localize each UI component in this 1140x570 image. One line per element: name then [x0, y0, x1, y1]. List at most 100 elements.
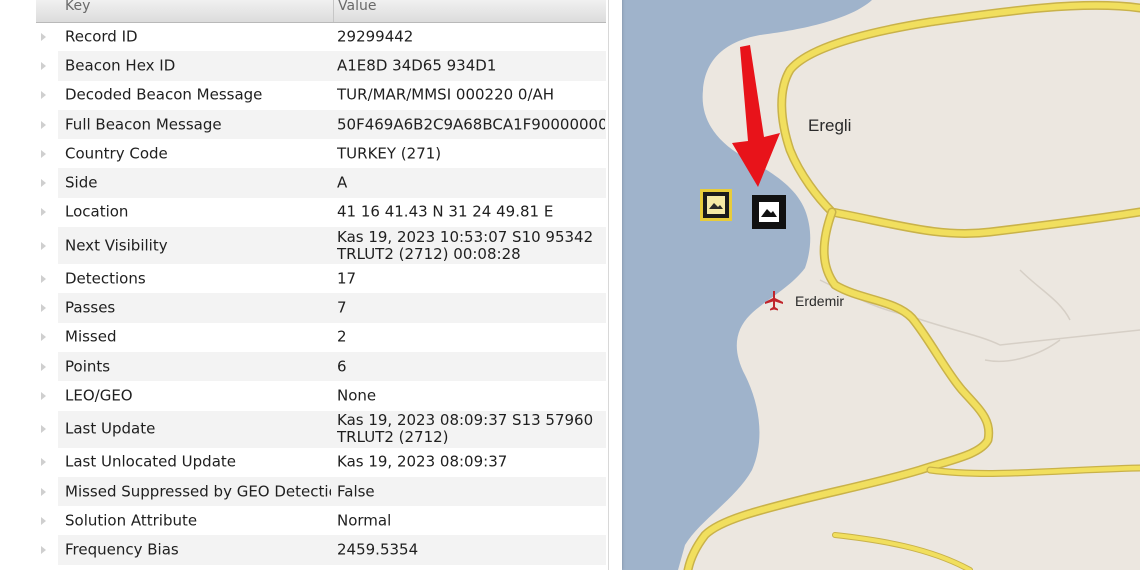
- pointer-arrow-icon: [732, 45, 780, 187]
- property-value: TURKEY (271): [337, 145, 605, 162]
- expand-arrow-icon[interactable]: [41, 91, 46, 100]
- property-value-line: 2: [337, 328, 347, 346]
- expand-arrow-icon[interactable]: [41, 274, 46, 283]
- property-value-line: TURKEY (271): [337, 145, 442, 163]
- properties-table-body: Record ID 29299442 Beacon Hex ID A1E8D 34D6…: [0, 22, 606, 565]
- beacon-symbol-icon: [761, 209, 777, 217]
- expand-arrow-icon[interactable]: [41, 208, 46, 217]
- property-value-line: Kas 19, 2023 10:53:07 S10 95342: [337, 228, 594, 246]
- property-value: Kas 19, 2023 08:09:37 S13 57960 TRLUT2 (2…: [337, 412, 605, 446]
- property-key: Next Visibility: [65, 237, 168, 255]
- panel-edge: [608, 0, 622, 570]
- property-key: Frequency Bias: [65, 541, 179, 559]
- property-key: Country Code: [65, 145, 168, 163]
- expand-arrow-icon[interactable]: [41, 362, 46, 371]
- property-value-line: 6: [337, 358, 347, 376]
- expand-arrow-icon[interactable]: [41, 149, 46, 158]
- property-key: Detections: [65, 270, 146, 288]
- beacon-marker-icon[interactable]: [700, 189, 732, 221]
- property-value: 17: [337, 270, 605, 287]
- table-row[interactable]: Passes 7: [0, 293, 606, 323]
- town-label-eregli: Eregli: [808, 116, 852, 135]
- expand-arrow-icon[interactable]: [41, 425, 46, 434]
- expand-arrow-icon[interactable]: [41, 61, 46, 70]
- property-key: Beacon Hex ID: [65, 57, 176, 75]
- table-row[interactable]: Missed Suppressed by GEO Detections False: [0, 476, 606, 507]
- property-value-line: Kas 19, 2023 08:09:37: [337, 453, 508, 471]
- property-value: A: [337, 175, 605, 192]
- property-value: Kas 19, 2023 10:53:07 S10 95342 TRLUT2 (2…: [337, 229, 605, 263]
- property-key: Full Beacon Message: [65, 116, 222, 134]
- column-header-key[interactable]: Key: [65, 0, 90, 14]
- table-row[interactable]: Points 6: [0, 351, 606, 382]
- airport-icon: [765, 291, 783, 311]
- property-value: 50F469A6B2C9A68BCA1F9000000000: [337, 116, 605, 133]
- column-header-value[interactable]: Value: [338, 0, 376, 14]
- table-row[interactable]: Solution Attribute Normal: [0, 506, 606, 535]
- property-key: Last Unlocated Update: [65, 453, 237, 471]
- property-value-line: 17: [337, 270, 357, 288]
- property-value-line: 50F469A6B2C9A68BCA1F9000000000: [337, 116, 605, 134]
- expand-arrow-icon[interactable]: [41, 179, 46, 188]
- table-row[interactable]: Record ID 29299442: [0, 22, 606, 51]
- expand-arrow-icon[interactable]: [41, 391, 46, 400]
- expand-arrow-icon[interactable]: [41, 516, 46, 525]
- property-key: Passes: [65, 299, 116, 317]
- property-key: Points: [65, 358, 111, 376]
- property-key: Last Update: [65, 420, 156, 438]
- property-value: None: [337, 387, 605, 404]
- expand-arrow-icon[interactable]: [41, 32, 46, 41]
- property-value-line: 7: [337, 299, 347, 317]
- table-row[interactable]: Side A: [0, 168, 606, 198]
- property-value: 7: [337, 300, 605, 317]
- property-key: Solution Attribute: [65, 512, 198, 530]
- beacon-symbol-icon: [709, 203, 723, 209]
- expand-arrow-icon[interactable]: [41, 304, 46, 313]
- expand-arrow-icon[interactable]: [41, 458, 46, 467]
- expand-arrow-icon[interactable]: [41, 241, 46, 250]
- table-row[interactable]: Frequency Bias 2459.5354: [0, 535, 606, 565]
- property-key: LEO/GEO: [65, 387, 133, 405]
- property-value-line: A1E8D 34D65 934D1: [337, 57, 497, 75]
- table-row[interactable]: Detections 17: [0, 264, 606, 293]
- table-row[interactable]: Location 41 16 41.43 N 31 24 49.81 E: [0, 198, 606, 227]
- column-separator[interactable]: [333, 0, 334, 22]
- property-value: TUR/MAR/MMSI 000220 0/AH: [337, 87, 605, 104]
- town-label-erdemir: Erdemir: [795, 293, 845, 309]
- property-value: A1E8D 34D65 934D1: [337, 57, 605, 74]
- property-value-line: A: [337, 174, 348, 192]
- table-row[interactable]: Beacon Hex ID A1E8D 34D65 934D1: [0, 51, 606, 81]
- table-row[interactable]: Next Visibility Kas 19, 2023 10:53:07 S10…: [0, 227, 606, 265]
- property-value: 41 16 41.43 N 31 24 49.81 E: [337, 204, 605, 221]
- table-row[interactable]: LEO/GEO None: [0, 381, 606, 410]
- property-value-line: TRLUT2 (2712): [337, 428, 449, 447]
- property-value: Kas 19, 2023 08:09:37: [337, 454, 605, 471]
- property-value-line: Kas 19, 2023 08:09:37 S13 57960: [337, 412, 594, 430]
- expand-arrow-icon[interactable]: [41, 487, 46, 496]
- property-value-line: 2459.5354: [337, 541, 419, 559]
- properties-table-header: Key Value: [36, 0, 606, 23]
- property-key: Missed Suppressed by GEO Detections: [65, 483, 331, 500]
- expand-arrow-icon[interactable]: [41, 120, 46, 129]
- property-value-line: 41 16 41.43 N 31 24 49.81 E: [337, 203, 554, 221]
- table-row[interactable]: Missed 2: [0, 323, 606, 352]
- property-value-line: False: [337, 483, 375, 500]
- property-value: False: [337, 483, 605, 500]
- property-value: 2459.5354: [337, 542, 605, 559]
- property-value-line: TRLUT2 (2712) 00:08:28: [337, 244, 521, 263]
- property-value-line: 29299442: [337, 28, 414, 46]
- property-key: Side: [65, 174, 98, 192]
- expand-arrow-icon[interactable]: [41, 333, 46, 342]
- beacon-properties-panel: Key Value Record ID 29299442 Beacon Hex ID…: [0, 0, 622, 570]
- beacon-marker-icon[interactable]: [752, 195, 786, 229]
- property-value: Normal: [337, 512, 605, 529]
- property-value: 29299442: [337, 28, 605, 45]
- table-row[interactable]: Decoded Beacon Message TUR/MAR/MMSI 00022…: [0, 81, 606, 110]
- expand-arrow-icon[interactable]: [41, 546, 46, 555]
- table-row[interactable]: Full Beacon Message 50F469A6B2C9A68BCA1F9…: [0, 109, 606, 140]
- table-row[interactable]: Last Update Kas 19, 2023 08:09:37 S13 579…: [0, 410, 606, 448]
- table-row[interactable]: Last Unlocated Update Kas 19, 2023 08:09:…: [0, 448, 606, 477]
- property-key: Decoded Beacon Message: [65, 86, 263, 104]
- table-row[interactable]: Country Code TURKEY (271): [0, 139, 606, 168]
- property-value-line: TUR/MAR/MMSI 000220 0/AH: [337, 86, 555, 104]
